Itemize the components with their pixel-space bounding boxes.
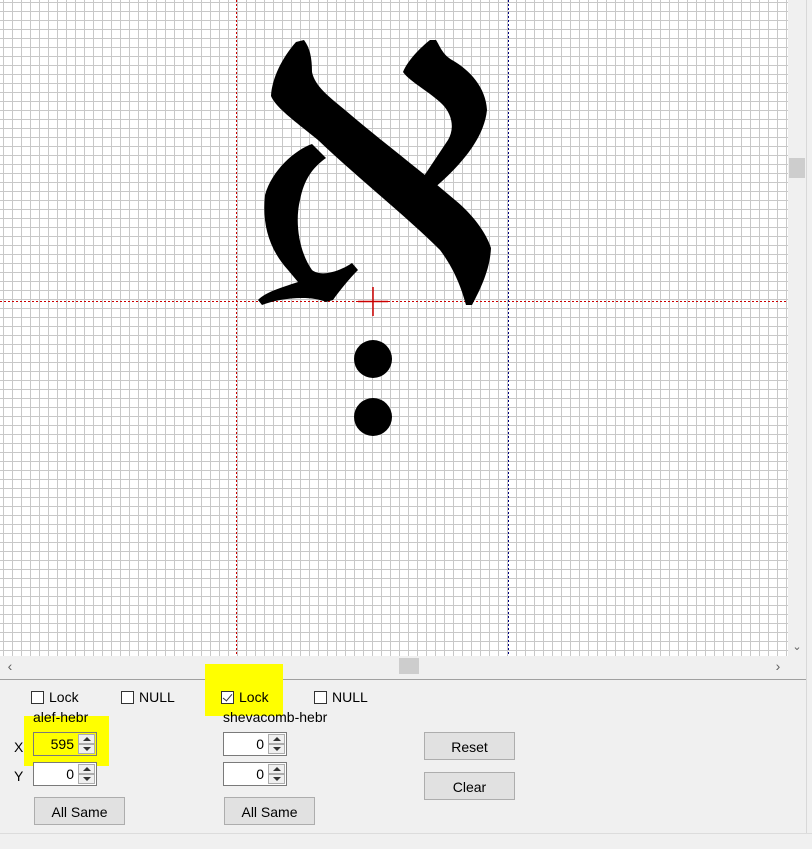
vertical-scrollbar[interactable]: ⌄ [788,0,806,656]
spin-down-icon[interactable] [268,774,285,784]
y-offset-spinner-1[interactable]: 0 [33,762,97,786]
null-checkbox-2-label: NULL [332,689,368,705]
canvas-overlay [0,0,788,656]
lock-checkbox-2[interactable]: Lock [221,688,269,706]
glyph-canvas[interactable] [0,0,788,656]
spin-up-icon[interactable] [78,734,95,744]
spin-down-icon[interactable] [268,744,285,754]
null-checkbox-1-box[interactable] [121,690,134,704]
x-offset-spin-buttons-2[interactable] [268,734,285,754]
null-checkbox-1[interactable]: NULL [121,688,175,706]
panel-bottom-border [0,833,812,834]
spin-up-icon[interactable] [78,764,95,774]
spin-down-icon[interactable] [78,744,95,754]
vertical-scroll-thumb[interactable] [789,158,805,178]
origin-crosshair [358,287,388,316]
all-same-button-1[interactable]: All Same [34,797,125,825]
reset-button[interactable]: Reset [424,732,515,760]
x-offset-spin-buttons-1[interactable] [78,734,95,754]
panel-divider [0,679,806,680]
spin-up-icon[interactable] [268,764,285,774]
sheva-dot-top [354,340,392,378]
lock-checkbox-1-box[interactable] [31,690,44,704]
x-offset-value-1[interactable]: 595 [51,736,74,752]
y-offset-spin-buttons-2[interactable] [268,764,285,784]
spin-up-icon[interactable] [268,734,285,744]
y-axis-label: Y [14,768,24,784]
alef-glyph [258,40,491,305]
scrollbar-corner [788,656,806,676]
glyph-name-2: shevacomb-hebr [223,709,328,725]
scroll-left-icon[interactable]: ‹ [2,656,18,676]
x-axis-label: X [14,739,24,755]
y-offset-spinner-2[interactable]: 0 [223,762,287,786]
panel-right-border [806,0,807,833]
null-checkbox-1-label: NULL [139,689,175,705]
scroll-down-icon[interactable]: ⌄ [788,640,806,654]
clear-button[interactable]: Clear [424,772,515,800]
glyph-name-1: alef-hebr [33,709,89,725]
y-offset-value-2[interactable]: 0 [256,766,264,782]
x-offset-value-2[interactable]: 0 [256,736,264,752]
lock-checkbox-2-box[interactable] [221,690,234,704]
horizontal-scroll-thumb[interactable] [399,658,419,674]
lock-checkbox-2-label: Lock [239,689,269,705]
horizontal-scrollbar[interactable]: ‹ › [0,656,788,676]
sheva-dot-bottom [354,398,392,436]
null-checkbox-2[interactable]: NULL [314,688,368,706]
scroll-right-icon[interactable]: › [770,656,786,676]
lock-checkbox-1[interactable]: Lock [31,688,79,706]
x-offset-spinner-2[interactable]: 0 [223,732,287,756]
spin-down-icon[interactable] [78,774,95,784]
lock-checkbox-1-label: Lock [49,689,79,705]
null-checkbox-2-box[interactable] [314,690,327,704]
sheva-glyph [354,340,392,436]
y-offset-spin-buttons-1[interactable] [78,764,95,784]
y-offset-value-1[interactable]: 0 [66,766,74,782]
all-same-button-2[interactable]: All Same [224,797,315,825]
x-offset-spinner-1[interactable]: 595 [33,732,97,756]
